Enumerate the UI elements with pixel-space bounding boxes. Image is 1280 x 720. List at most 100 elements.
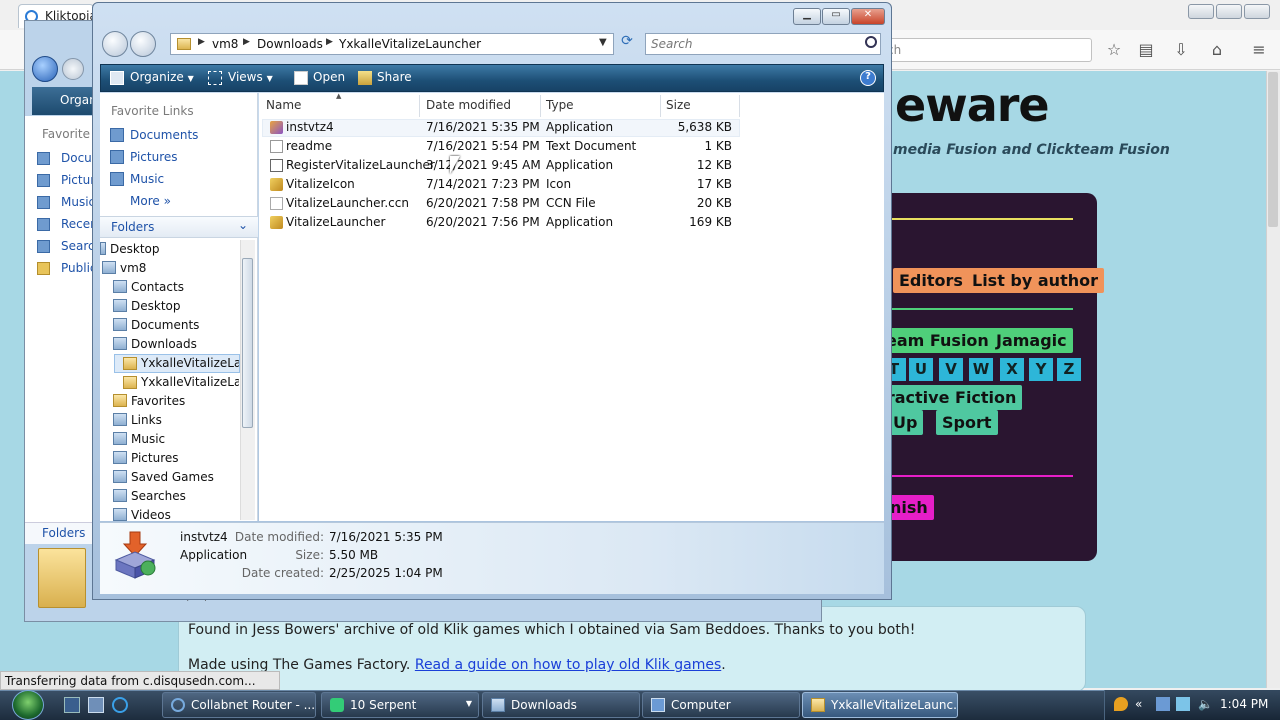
letter-y[interactable]: Y bbox=[1029, 358, 1053, 381]
breadcrumb-vm8[interactable]: vm8 bbox=[212, 37, 238, 51]
tree-scrollbar-thumb[interactable] bbox=[242, 258, 253, 428]
help-icon[interactable]: ? bbox=[860, 70, 876, 86]
menu-icon[interactable]: ≡ bbox=[1248, 40, 1270, 60]
tag-clickteam-fusion[interactable]: eam Fusion bbox=[880, 328, 995, 353]
column-divider[interactable] bbox=[419, 95, 420, 117]
back-arrow-icon[interactable] bbox=[32, 56, 58, 82]
back-item-pictures[interactable]: Pictur bbox=[37, 173, 95, 187]
taskbar-button-serpent[interactable]: 10 Serpent ▼ bbox=[321, 692, 479, 718]
column-header-type[interactable]: Type bbox=[546, 98, 574, 112]
maximize-button[interactable]: ▭ bbox=[822, 8, 850, 25]
browser-minimize-button[interactable] bbox=[1188, 4, 1214, 19]
browser-close-button[interactable] bbox=[1244, 4, 1270, 19]
chevron-left-icon[interactable]: « bbox=[1135, 697, 1149, 711]
tree-item-music[interactable]: Music bbox=[113, 432, 165, 446]
volume-icon[interactable]: 🔈 bbox=[1198, 697, 1213, 711]
tag-editors[interactable]: Editors bbox=[893, 268, 969, 293]
tree-item-searches[interactable]: Searches bbox=[113, 489, 186, 503]
forward-arrow-icon[interactable] bbox=[62, 58, 84, 80]
reading-list-icon[interactable]: ▤ bbox=[1135, 40, 1157, 60]
tree-item-documents[interactable]: Documents bbox=[113, 318, 199, 332]
column-divider[interactable] bbox=[660, 95, 661, 117]
tree-item-yxkalle-1[interactable]: YxkalleVitalizeLaun bbox=[141, 356, 239, 370]
shield-icon[interactable] bbox=[1114, 697, 1128, 711]
tag-list-by-author[interactable]: List by author bbox=[966, 268, 1104, 293]
organize-button[interactable]: Organize ▼ bbox=[130, 70, 194, 84]
breadcrumb-downloads[interactable]: Downloads bbox=[257, 37, 323, 51]
tree-item-desktop-sub[interactable]: Desktop bbox=[113, 299, 181, 313]
taskbar-button-downloads[interactable]: Downloads bbox=[482, 692, 640, 718]
chevron-down-icon[interactable]: ▼ bbox=[599, 37, 607, 48]
videos-icon bbox=[113, 508, 127, 521]
search-icon[interactable] bbox=[865, 36, 877, 48]
tree-item-contacts[interactable]: Contacts bbox=[113, 280, 184, 294]
download-icon[interactable]: ⇩ bbox=[1170, 40, 1192, 60]
letter-x[interactable]: X bbox=[1000, 358, 1024, 381]
letter-w[interactable]: W bbox=[969, 358, 993, 381]
favorite-music[interactable]: Music bbox=[110, 172, 164, 186]
views-button[interactable]: Views ▼ bbox=[228, 70, 273, 84]
browser-maximize-button[interactable] bbox=[1216, 4, 1242, 19]
tag-sport[interactable]: Sport bbox=[936, 410, 998, 435]
favorite-documents[interactable]: Documents bbox=[110, 128, 198, 142]
chevron-down-icon[interactable]: ⌄ bbox=[238, 218, 248, 232]
column-header-name[interactable]: Name bbox=[266, 98, 301, 112]
address-bar[interactable]: ▶ vm8 ▶ Downloads ▶ YxkalleVitalizeLaunc… bbox=[170, 33, 614, 55]
tree-item-pictures[interactable]: Pictures bbox=[113, 451, 179, 465]
minimize-button[interactable]: ▁ bbox=[793, 8, 821, 25]
taskbar-button-computer[interactable]: Computer bbox=[642, 692, 800, 718]
page-scrollbar-thumb[interactable] bbox=[1268, 72, 1278, 227]
back-item-label: Music bbox=[61, 195, 96, 209]
tree-label: Links bbox=[131, 413, 162, 427]
column-header-size[interactable]: Size bbox=[666, 98, 691, 112]
column-divider[interactable] bbox=[739, 95, 740, 117]
letter-u[interactable]: U bbox=[909, 358, 933, 381]
show-desktop-icon[interactable] bbox=[64, 697, 80, 713]
tag-interactive-fiction[interactable]: eractive Fiction bbox=[870, 385, 1023, 410]
breadcrumb-current-folder[interactable]: YxkalleVitalizeLauncher bbox=[339, 37, 481, 51]
tree-item-links[interactable]: Links bbox=[113, 413, 162, 427]
search-input[interactable]: Search bbox=[645, 33, 881, 55]
internet-explorer-icon[interactable] bbox=[112, 697, 128, 713]
favorite-pictures[interactable]: Pictures bbox=[110, 150, 178, 164]
clock[interactable]: 1:04 PM bbox=[1220, 697, 1268, 711]
back-folders-bar[interactable]: Folders bbox=[25, 522, 95, 544]
close-button[interactable]: ✕ bbox=[851, 8, 885, 25]
task-label: 10 Serpent bbox=[350, 698, 417, 712]
tree-item-vm8[interactable]: vm8 bbox=[102, 261, 146, 275]
switch-windows-icon[interactable] bbox=[88, 697, 104, 713]
star-icon[interactable]: ☆ bbox=[1103, 40, 1125, 60]
favorite-more[interactable]: More » bbox=[130, 194, 171, 208]
tree-item-videos[interactable]: Videos bbox=[113, 508, 171, 522]
forward-arrow-icon[interactable] bbox=[130, 31, 156, 57]
network-icon[interactable] bbox=[1156, 697, 1170, 711]
tree-item-desktop[interactable]: Desktop bbox=[100, 242, 160, 256]
taskbar-button-collabnet[interactable]: Collabnet Router - ... bbox=[162, 692, 316, 718]
tree-item-favorites[interactable]: Favorites bbox=[113, 394, 185, 408]
back-organize-button[interactable]: Organize bbox=[32, 87, 114, 115]
refresh-icon[interactable]: ⟳ bbox=[617, 33, 637, 55]
back-arrow-icon[interactable] bbox=[102, 31, 128, 57]
start-button[interactable] bbox=[12, 690, 44, 720]
tree-item-saved-games[interactable]: Saved Games bbox=[113, 470, 214, 484]
browser-url-bar[interactable]: ch bbox=[870, 38, 1092, 62]
column-divider[interactable] bbox=[540, 95, 541, 117]
letter-v[interactable]: V bbox=[939, 358, 963, 381]
tree-label: YxkalleVitalizeLaun bbox=[141, 356, 239, 370]
home-icon[interactable]: ⌂ bbox=[1206, 40, 1228, 60]
tag-jamagic[interactable]: Jamagic bbox=[990, 328, 1073, 353]
display-icon[interactable] bbox=[1176, 697, 1190, 711]
guide-link[interactable]: Read a guide on how to play old Klik gam… bbox=[415, 657, 721, 673]
taskbar-button-yxkalle[interactable]: YxkalleVitalizeLaunc... bbox=[802, 692, 958, 718]
column-header-date-modified[interactable]: Date modified bbox=[426, 98, 511, 112]
tree-item-yxkalle-2[interactable]: YxkalleVitalizeLaun bbox=[141, 375, 239, 389]
share-button[interactable]: Share bbox=[377, 70, 412, 84]
tree-label: Desktop bbox=[110, 242, 160, 256]
tree-item-downloads[interactable]: Downloads bbox=[113, 337, 197, 351]
letter-z[interactable]: Z bbox=[1057, 358, 1081, 381]
chevron-right-icon[interactable]: ▶ bbox=[243, 37, 250, 47]
open-button[interactable]: Open bbox=[313, 70, 345, 84]
back-item-music[interactable]: Music bbox=[37, 195, 96, 209]
chevron-right-icon[interactable]: ▶ bbox=[326, 37, 333, 47]
chevron-right-icon[interactable]: ▶ bbox=[198, 37, 205, 47]
